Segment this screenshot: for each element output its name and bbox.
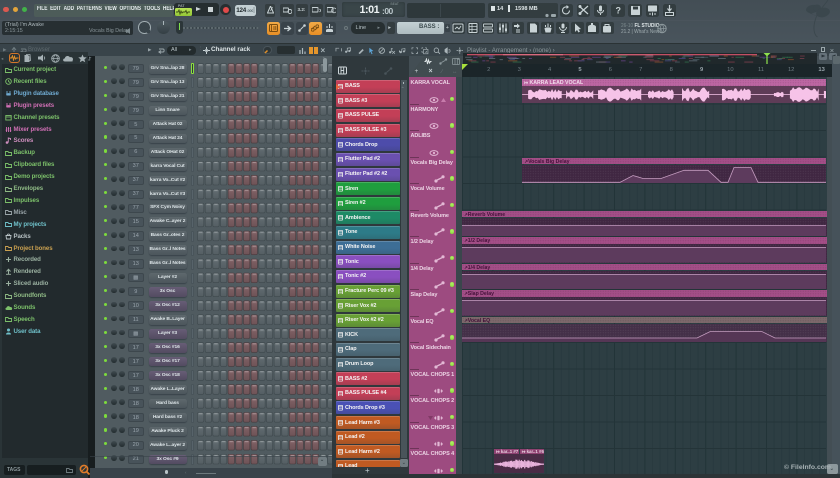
svg-text:?: ? [615, 6, 621, 16]
